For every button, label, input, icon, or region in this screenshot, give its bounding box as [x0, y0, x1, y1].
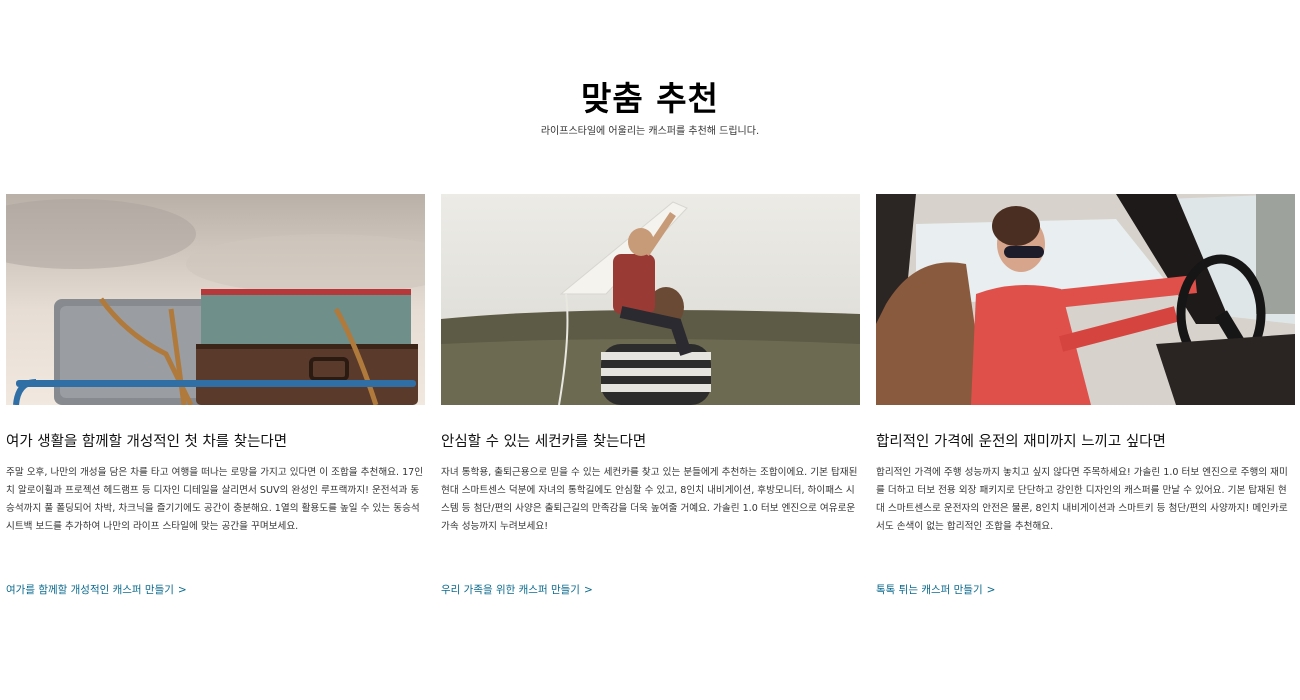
- card-title: 합리적인 가격에 운전의 재미까지 느끼고 싶다면: [876, 434, 1166, 450]
- card-title: 안심할 수 있는 세컨카를 찾는다면: [441, 434, 647, 450]
- driver-photo: [876, 194, 1295, 405]
- recommendation-card: 합리적인 가격에 운전의 재미까지 느끼고 싶다면 합리적인 가격에 주행 성능…: [876, 194, 1295, 596]
- recommendation-card: 여가 생활을 함께할 개성적인 첫 차를 찾는다면 주말 오후, 나만의 개성을…: [6, 194, 425, 596]
- card-link-label: 우리 가족을 위한 캐스퍼 만들기: [441, 584, 580, 596]
- chevron-right-icon: >: [177, 584, 187, 596]
- recommendation-card: 안심할 수 있는 세컨카를 찾는다면 자녀 통학용, 출퇴근용으로 믿을 수 있…: [441, 194, 860, 596]
- build-casper-link[interactable]: 여가를 함께할 개성적인 캐스퍼 만들기 >: [6, 582, 187, 597]
- kite-family-photo: [441, 194, 860, 405]
- card-description: 합리적인 가격에 주행 성능까지 놓치고 싶지 않다면 주목하세요! 가솔린 1…: [876, 467, 1288, 532]
- card-link-label: 여가를 함께할 개성적인 캐스퍼 만들기: [6, 584, 174, 596]
- chevron-right-icon: >: [583, 584, 593, 596]
- card-description: 주말 오후, 나만의 개성을 담은 차를 타고 여행을 떠나는 로망을 가지고 …: [6, 467, 424, 532]
- build-casper-link[interactable]: 우리 가족을 위한 캐스퍼 만들기 >: [441, 582, 593, 597]
- card-link-label: 톡톡 튀는 캐스퍼 만들기: [876, 584, 983, 596]
- card-description: 자녀 통학용, 출퇴근용으로 믿을 수 있는 세컨카를 찾고 있는 분들에게 추…: [441, 467, 858, 532]
- card-title: 여가 생활을 함께할 개성적인 첫 차를 찾는다면: [6, 434, 288, 450]
- build-casper-link[interactable]: 톡톡 튀는 캐스퍼 만들기 >: [876, 582, 995, 597]
- section-title: 맞춤 추천: [581, 79, 719, 118]
- chevron-right-icon: >: [986, 584, 996, 596]
- luggage-photo: [6, 194, 425, 405]
- section-subtitle: 라이프스타일에 어울리는 캐스퍼를 추천해 드립니다.: [540, 126, 760, 137]
